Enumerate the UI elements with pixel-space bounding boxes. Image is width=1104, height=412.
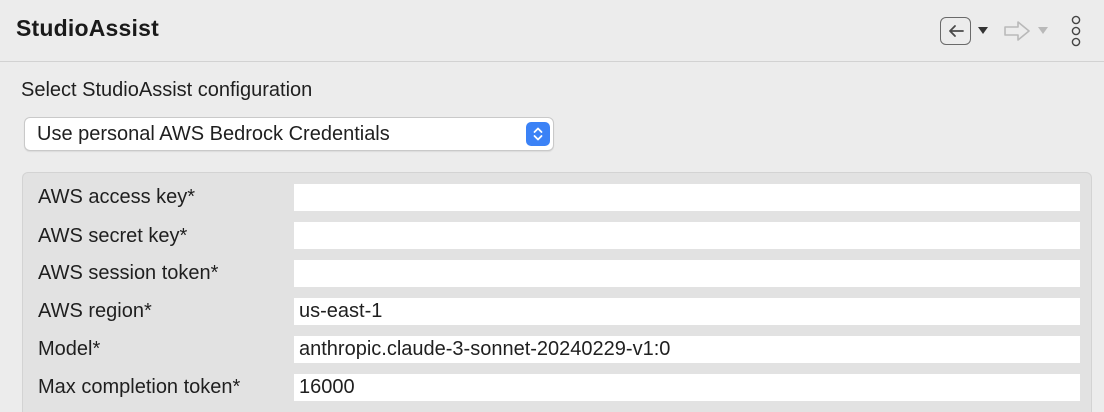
back-history-dropdown-icon[interactable] bbox=[978, 27, 988, 34]
aws-session-token-field[interactable] bbox=[294, 260, 1080, 287]
aws-session-token-label: AWS session token* bbox=[38, 262, 219, 284]
forward-button[interactable] bbox=[1000, 16, 1033, 46]
config-select[interactable]: Use personal AWS Bedrock Credentials bbox=[24, 117, 554, 151]
max-completion-token-label: Max completion token* bbox=[38, 376, 241, 398]
view-title: StudioAssist bbox=[16, 15, 159, 41]
header-bar: StudioAssist bbox=[0, 0, 1104, 62]
back-button[interactable] bbox=[940, 17, 971, 45]
back-arrow-icon bbox=[948, 25, 964, 37]
max-completion-token-field[interactable] bbox=[294, 374, 1080, 401]
model-field[interactable] bbox=[294, 336, 1080, 363]
aws-region-label: AWS region* bbox=[38, 300, 152, 322]
forward-history-dropdown-icon[interactable] bbox=[1038, 27, 1048, 34]
more-vertical-icon bbox=[1071, 15, 1081, 47]
aws-secret-key-label: AWS secret key* bbox=[38, 225, 188, 247]
aws-access-key-label: AWS access key* bbox=[38, 186, 196, 208]
config-select-label: Select StudioAssist configuration bbox=[21, 79, 313, 101]
aws-access-key-field[interactable] bbox=[294, 184, 1080, 211]
select-stepper-icon[interactable] bbox=[526, 122, 550, 146]
aws-region-field[interactable] bbox=[294, 298, 1080, 325]
aws-secret-key-field[interactable] bbox=[294, 222, 1080, 249]
view-menu-button[interactable] bbox=[1066, 14, 1086, 48]
config-select-value: Use personal AWS Bedrock Credentials bbox=[37, 123, 390, 145]
model-label: Model* bbox=[38, 338, 101, 360]
forward-arrow-icon bbox=[1003, 21, 1030, 41]
